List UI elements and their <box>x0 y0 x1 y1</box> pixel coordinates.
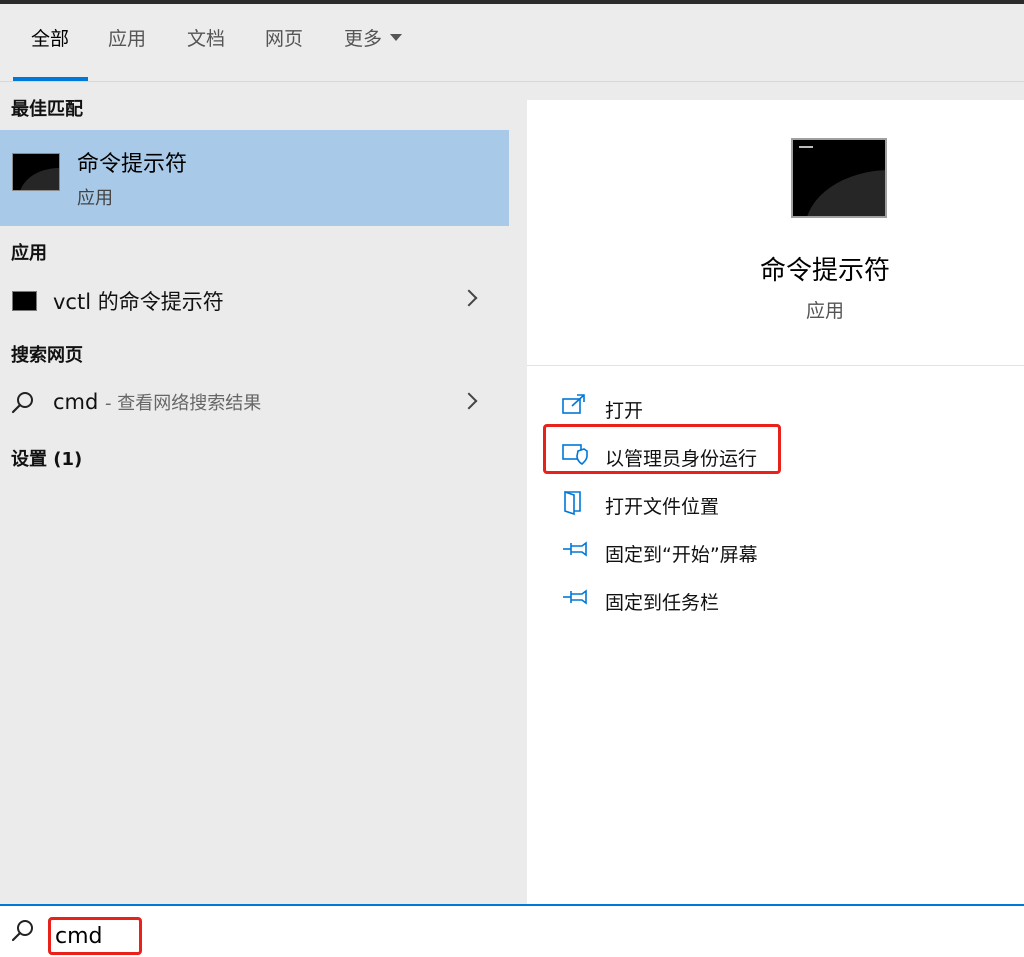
active-tab-indicator <box>13 77 88 81</box>
action-pin-to-taskbar[interactable]: 固定到任务栏 <box>562 580 802 620</box>
list-item-web-search[interactable]: cmd - 查看网络搜索结果 <box>0 381 509 427</box>
action-open-file-location-label: 打开文件位置 <box>605 496 720 518</box>
action-pin-to-taskbar-label: 固定到任务栏 <box>605 592 720 614</box>
best-match-name: 命令提示符 <box>77 152 188 177</box>
app-result-label: vctl 的命令提示符 <box>53 290 224 314</box>
settings-heading[interactable]: 设置 (1) <box>11 445 82 471</box>
pin-icon <box>563 589 587 605</box>
search-icon <box>11 920 33 942</box>
tab-more-label: 更多 <box>344 28 383 50</box>
search-icon <box>11 392 33 414</box>
search-bar <box>0 904 1024 957</box>
best-match-type: 应用 <box>77 188 113 209</box>
cmd-terminal-icon <box>12 153 60 191</box>
tab-web[interactable]: 网页 <box>265 24 303 80</box>
list-item-vctl-cmd[interactable]: vctl 的命令提示符 <box>0 278 509 324</box>
action-run-as-admin-label: 以管理员身份运行 <box>605 448 758 470</box>
best-match-item[interactable]: 命令提示符 应用 <box>0 130 509 226</box>
action-pin-to-start-label: 固定到“开始”屏幕 <box>605 544 758 566</box>
action-open[interactable]: 打开 <box>562 388 802 428</box>
pin-icon <box>563 541 587 557</box>
web-result-label: cmd - 查看网络搜索结果 <box>53 389 261 415</box>
chevron-right-icon[interactable] <box>460 289 478 307</box>
apps-heading: 应用 <box>11 243 47 264</box>
chevron-down-icon <box>390 34 403 41</box>
terminal-icon <box>12 291 37 311</box>
scope-tabs: 全部 应用 文档 网页 更多 <box>0 4 1024 82</box>
tab-documents[interactable]: 文档 <box>187 24 225 80</box>
detail-title: 命令提示符 <box>759 256 890 286</box>
best-match-heading: 最佳匹配 <box>11 99 83 120</box>
web-query: cmd <box>53 390 99 414</box>
file-location-icon <box>564 490 581 516</box>
tab-more[interactable]: 更多 <box>344 24 403 80</box>
action-pin-to-start[interactable]: 固定到“开始”屏幕 <box>562 532 802 572</box>
results-list: 最佳匹配 命令提示符 应用 应用 vctl 的命令提示符 搜索网页 cmd - … <box>0 82 509 904</box>
detail-pane: 命令提示符 应用 打开 以管理员身份运行 打开文件位置 固定到“开始”屏幕 固定… <box>527 100 1024 905</box>
shield-icon <box>562 444 588 465</box>
chevron-right-icon[interactable] <box>460 392 478 410</box>
detail-subtitle: 应用 <box>805 300 844 322</box>
tab-apps[interactable]: 应用 <box>108 24 146 80</box>
divider <box>527 365 1024 366</box>
web-search-heading: 搜索网页 <box>11 345 83 366</box>
tab-all[interactable]: 全部 <box>31 24 69 80</box>
open-icon <box>562 394 585 414</box>
action-run-as-admin[interactable]: 以管理员身份运行 <box>562 436 802 476</box>
action-open-label: 打开 <box>605 400 644 422</box>
cmd-terminal-icon <box>791 138 887 218</box>
web-hint: - 查看网络搜索结果 <box>105 393 262 414</box>
action-open-file-location[interactable]: 打开文件位置 <box>562 484 802 524</box>
search-input[interactable] <box>48 917 142 955</box>
